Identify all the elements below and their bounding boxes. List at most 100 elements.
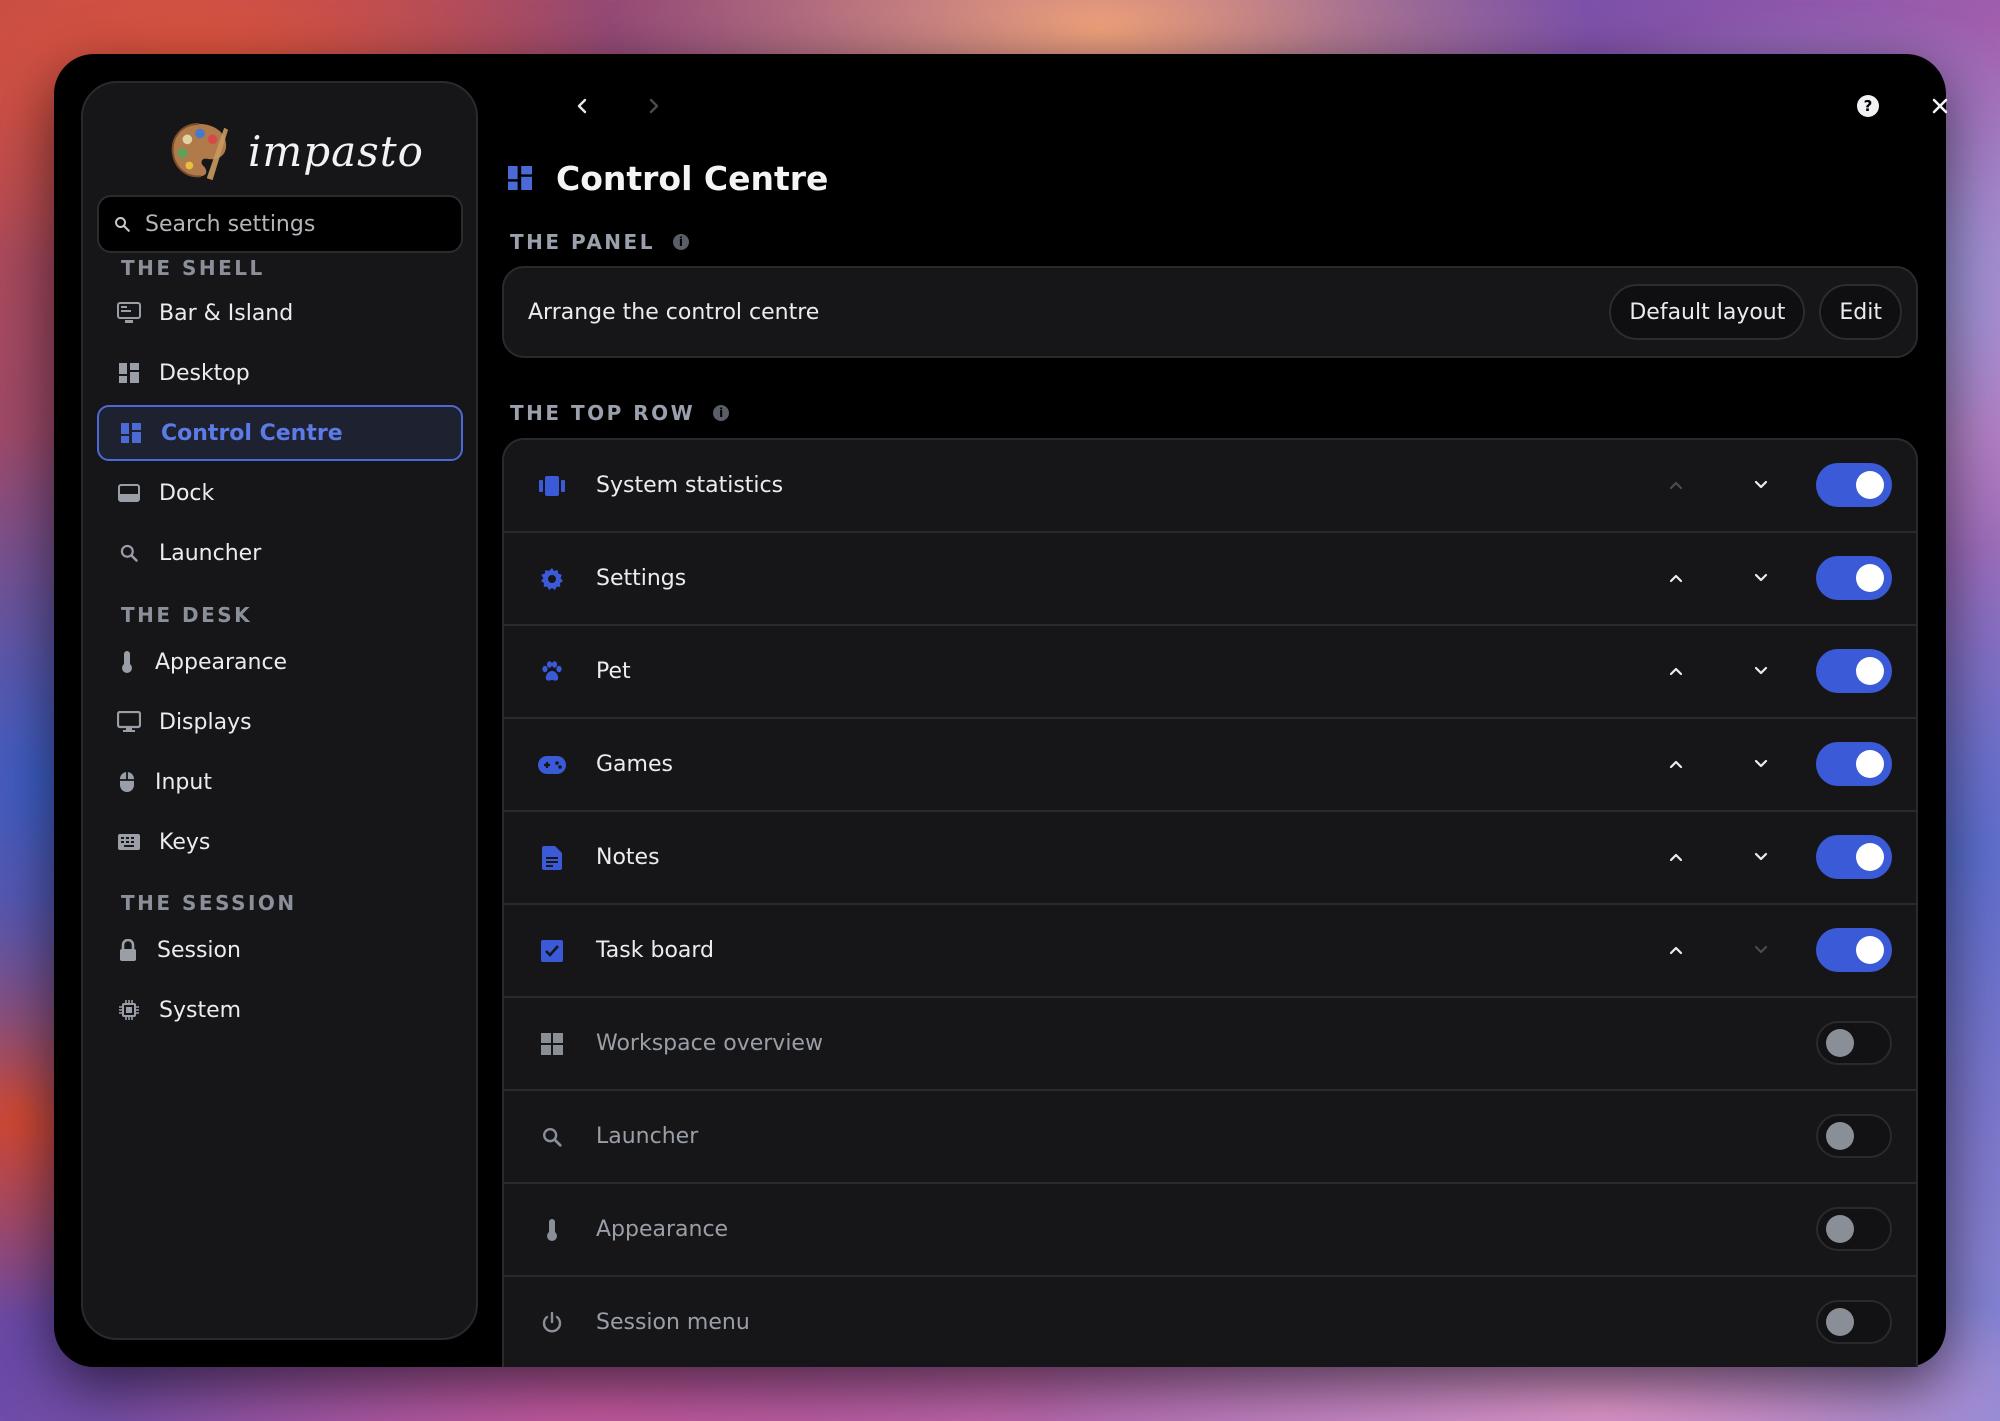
- sidebar-item-session[interactable]: Session: [97, 922, 463, 978]
- sidebar-item-label: Keys: [159, 829, 211, 855]
- toggle-switch[interactable]: [1816, 556, 1892, 600]
- sidebar-item-label: Input: [155, 769, 212, 795]
- panel-card: Arrange the control centre Default layou…: [502, 266, 1918, 358]
- lock-icon: [117, 938, 139, 962]
- move-up-button[interactable]: [1664, 659, 1688, 683]
- toggle-switch[interactable]: [1816, 1207, 1892, 1251]
- toggle-switch[interactable]: [1816, 835, 1892, 879]
- default-layout-button[interactable]: Default layout: [1609, 284, 1806, 340]
- info-icon[interactable]: i: [672, 234, 689, 250]
- sidebar-item-launcher[interactable]: Launcher: [97, 525, 463, 581]
- section-label-desk: THE DESK: [121, 603, 253, 627]
- sidebar-item-keys[interactable]: Keys: [97, 814, 463, 870]
- list-item: System statistics: [504, 440, 1916, 533]
- toggle-knob: [1856, 843, 1884, 871]
- sidebar-item-label: Desktop: [159, 360, 250, 386]
- back-button[interactable]: [562, 86, 602, 126]
- chevron-down-icon: [1754, 759, 1768, 768]
- list-item: Games: [504, 719, 1916, 812]
- sidebar-item-appearance[interactable]: Appearance: [97, 634, 463, 690]
- svg-text:?: ?: [1864, 97, 1873, 115]
- sidebar-item-system[interactable]: System: [97, 982, 463, 1038]
- move-down-button[interactable]: [1749, 473, 1773, 497]
- chevron-down-icon: [1754, 573, 1768, 582]
- app-logo: impasto: [168, 111, 424, 191]
- bar-island-icon: [117, 301, 141, 325]
- toggle-switch[interactable]: [1816, 1300, 1892, 1344]
- sidebar-item-label: Bar & Island: [159, 300, 294, 326]
- search-icon: [115, 217, 130, 232]
- sidebar-item-displays[interactable]: Displays: [97, 694, 463, 750]
- move-down-button[interactable]: [1749, 938, 1773, 962]
- edit-button[interactable]: Edit: [1819, 284, 1902, 340]
- sidebar-item-input[interactable]: Input: [97, 754, 463, 810]
- toggle-switch[interactable]: [1816, 742, 1892, 786]
- keyboard-icon: [117, 830, 141, 854]
- move-up-button[interactable]: [1664, 566, 1688, 590]
- move-up-button[interactable]: [1664, 845, 1688, 869]
- chevron-down-icon: [1754, 666, 1768, 675]
- section-label-text: THE PANEL: [510, 230, 655, 254]
- forward-button[interactable]: [634, 86, 674, 126]
- sidebar-item-label: System: [159, 997, 242, 1023]
- row-label: Session menu: [596, 1310, 750, 1335]
- move-up-button[interactable]: [1664, 938, 1688, 962]
- grid-icon: [119, 421, 143, 445]
- grid-icon: [117, 361, 141, 385]
- list-item: Session menu: [504, 1277, 1916, 1367]
- move-down-button[interactable]: [1749, 845, 1773, 869]
- toggle-switch[interactable]: [1816, 463, 1892, 507]
- monitor-icon: [117, 710, 141, 734]
- search-field[interactable]: [97, 195, 463, 253]
- row-label: Launcher: [596, 1124, 699, 1149]
- sidebar-item-bar-island[interactable]: Bar & Island: [97, 285, 463, 341]
- close-button[interactable]: [1920, 86, 1960, 126]
- chevron-up-icon: [1669, 481, 1683, 490]
- chip-icon: [117, 998, 141, 1022]
- move-down-button[interactable]: [1749, 752, 1773, 776]
- info-icon[interactable]: i: [713, 405, 730, 421]
- move-down-button[interactable]: [1749, 659, 1773, 683]
- section-label-panel: THE PANEL i: [510, 230, 689, 254]
- list-item: Launcher: [504, 1091, 1916, 1184]
- sidebar-item-dock[interactable]: Dock: [97, 465, 463, 521]
- move-up-button[interactable]: [1664, 473, 1688, 497]
- chevron-up-icon: [1669, 853, 1683, 862]
- chevron-up-icon: [1669, 574, 1683, 583]
- move-up-button[interactable]: [1664, 752, 1688, 776]
- power-icon: [538, 1309, 566, 1337]
- chevron-up-icon: [1669, 760, 1683, 769]
- help-button[interactable]: ?: [1848, 86, 1888, 126]
- app-name: impasto: [248, 126, 424, 176]
- toggle-switch[interactable]: [1816, 1021, 1892, 1065]
- toggle-switch[interactable]: [1816, 649, 1892, 693]
- dock-icon: [117, 481, 141, 505]
- list-item: Task board: [504, 905, 1916, 998]
- section-label-shell: THE SHELL: [121, 256, 265, 280]
- sidebar-item-label: Control Centre: [161, 420, 343, 446]
- search-icon: [538, 1123, 566, 1151]
- row-label: Workspace overview: [596, 1031, 823, 1056]
- toggle-switch[interactable]: [1816, 1114, 1892, 1158]
- search-input[interactable]: [145, 211, 445, 237]
- chevron-right-icon: [649, 98, 659, 114]
- row-label: Games: [596, 752, 673, 777]
- list-item: Workspace overview: [504, 998, 1916, 1091]
- row-label: Pet: [596, 659, 631, 684]
- palette-icon: [171, 122, 229, 181]
- list-item: Appearance: [504, 1184, 1916, 1277]
- sidebar-item-label: Session: [157, 937, 241, 963]
- chevron-up-icon: [1669, 667, 1683, 676]
- stats-icon: [538, 472, 566, 500]
- row-label: Notes: [596, 845, 660, 870]
- sidebar-item-desktop[interactable]: Desktop: [97, 345, 463, 401]
- grid-icon: [538, 1030, 566, 1058]
- move-down-button[interactable]: [1749, 566, 1773, 590]
- sidebar-item-control-centre[interactable]: Control Centre: [97, 405, 463, 461]
- toggle-switch[interactable]: [1816, 928, 1892, 972]
- chevron-left-icon: [577, 98, 587, 114]
- toggle-knob: [1856, 936, 1884, 964]
- toggle-knob: [1826, 1215, 1854, 1243]
- close-icon: [1932, 98, 1948, 114]
- thermometer-icon: [117, 650, 137, 674]
